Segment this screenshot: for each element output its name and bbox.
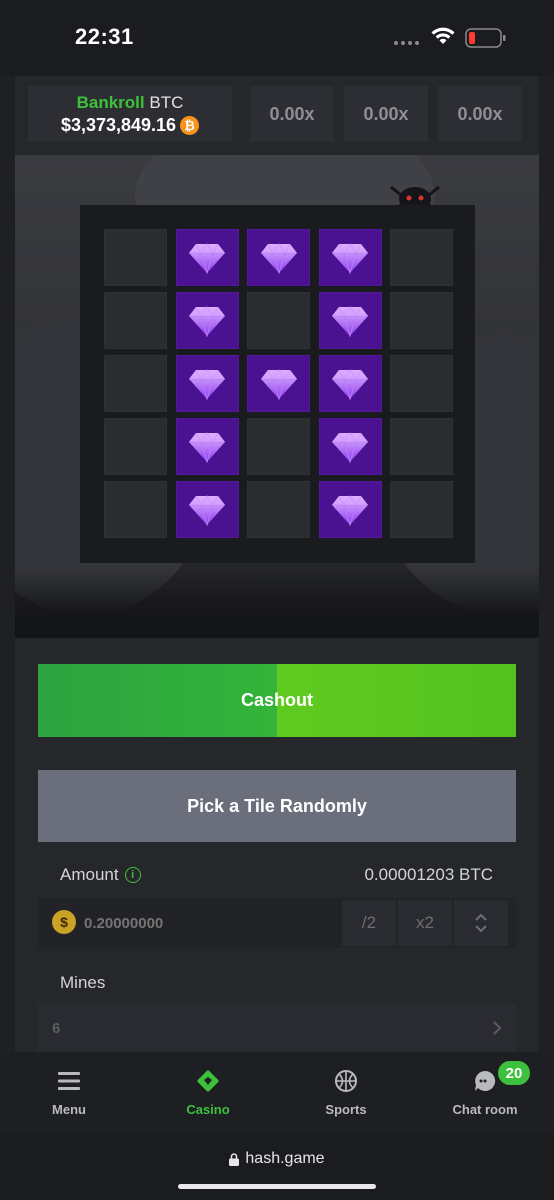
hidden-tile[interactable] [247, 292, 310, 349]
bankroll-box[interactable]: Bankroll BTC $3,373,849.16 ₿ [28, 86, 232, 142]
gem-icon [189, 242, 225, 274]
gem-icon [332, 431, 368, 463]
mines-board [80, 205, 475, 563]
gem-tile [175, 418, 239, 475]
nav-menu-label: Menu [52, 1102, 86, 1117]
nav-chat-room[interactable]: Chat room 20 [430, 1061, 540, 1117]
nav-casino[interactable]: Casino [153, 1066, 263, 1117]
gem-tile [175, 229, 239, 286]
hidden-tile[interactable] [104, 229, 167, 286]
mines-value: 6 [52, 1020, 61, 1037]
double-amount-button[interactable]: x2 [398, 900, 452, 946]
gem-icon [260, 368, 297, 400]
gem-tile [318, 229, 382, 286]
gem-icon [189, 368, 225, 400]
game-scene [15, 155, 539, 638]
gem-icon [189, 431, 225, 463]
hidden-tile[interactable] [104, 355, 167, 412]
gem-icon [332, 305, 368, 337]
bankroll-value: $3,373,849.16 ₿ [28, 115, 232, 136]
browser-url-bar: hash.game [0, 1134, 554, 1200]
nav-sports-label: Sports [325, 1102, 367, 1117]
hidden-tile[interactable] [390, 292, 453, 349]
chevron-down-icon[interactable] [474, 924, 488, 933]
hidden-tile[interactable] [390, 481, 453, 538]
mines-select[interactable]: 6 [38, 1004, 516, 1054]
hidden-tile[interactable] [247, 481, 310, 538]
amount-stepper[interactable] [454, 900, 508, 946]
gem-tile [318, 418, 382, 475]
nav-casino-label: Casino [186, 1102, 230, 1117]
nav-sports[interactable]: Sports [291, 1066, 401, 1117]
gem-icon [189, 494, 225, 526]
lock-icon [229, 1152, 240, 1166]
pick-random-tile-button[interactable]: Pick a Tile Randomly [38, 770, 516, 842]
gem-icon [332, 242, 368, 274]
bankroll-label: Bankroll BTC [76, 93, 184, 112]
hidden-tile[interactable] [104, 481, 167, 538]
url-display[interactable]: hash.game [0, 1150, 554, 1168]
home-indicator[interactable] [178, 1184, 376, 1189]
gem-tile [175, 292, 239, 349]
gem-tile [247, 229, 310, 286]
hidden-tile[interactable] [104, 418, 167, 475]
chat-badge: 20 [498, 1061, 530, 1085]
battery-icon [465, 28, 506, 48]
status-bar: 22:31 [0, 0, 554, 76]
gem-tile [318, 292, 382, 349]
hidden-tile[interactable] [390, 229, 453, 286]
gem-tile [247, 355, 310, 412]
mines-label: Mines [60, 973, 106, 992]
hidden-tile[interactable] [104, 292, 167, 349]
bottom-nav: Menu Casino Sports Chat room 20 [0, 1052, 554, 1134]
url-text: hash.game [245, 1150, 325, 1167]
amount-field: $ /2 x2 [38, 898, 516, 948]
gem-tile [175, 481, 239, 538]
game-header: Bankroll BTC $3,373,849.16 ₿ 0.00x 0.00x… [28, 86, 522, 142]
status-time: 22:31 [75, 24, 134, 49]
chevron-right-icon [493, 1021, 502, 1035]
hidden-tile[interactable] [390, 355, 453, 412]
hidden-tile[interactable] [390, 418, 453, 475]
cashout-button[interactable]: Cashout [38, 664, 516, 737]
nav-chat-room-label: Chat room [452, 1102, 518, 1117]
multiplier-1: 0.00x [250, 86, 334, 142]
hidden-tile[interactable] [247, 418, 310, 475]
signal-icon [394, 41, 419, 45]
sports-icon [335, 1070, 357, 1092]
amount-input[interactable] [84, 898, 284, 948]
mines-game-panel: Bankroll BTC $3,373,849.16 ₿ 0.00x 0.00x… [15, 76, 539, 1054]
gem-icon [189, 305, 225, 337]
multiplier-2: 0.00x [344, 86, 428, 142]
nav-menu[interactable]: Menu [14, 1066, 124, 1117]
gem-tile [318, 481, 382, 538]
halve-amount-button[interactable]: /2 [342, 900, 396, 946]
tile-grid [104, 229, 453, 538]
gem-icon [332, 368, 368, 400]
chat-icon [475, 1070, 496, 1091]
gem-tile [318, 355, 382, 412]
gem-icon [332, 494, 368, 526]
gem-icon [260, 242, 297, 274]
bitcoin-icon: ₿ [180, 116, 200, 135]
chevron-up-icon[interactable] [474, 913, 488, 922]
wifi-icon [431, 27, 455, 44]
multiplier-3: 0.00x [438, 86, 522, 142]
gem-tile [175, 355, 239, 412]
foreground-grass [15, 568, 539, 638]
menu-icon [58, 1072, 80, 1090]
amount-btc-value: 0.00001203 BTC [364, 865, 493, 884]
amount-label: Amount i [60, 865, 141, 885]
info-icon[interactable]: i [124, 867, 141, 883]
coin-icon: $ [52, 910, 76, 934]
casino-icon [197, 1070, 219, 1092]
